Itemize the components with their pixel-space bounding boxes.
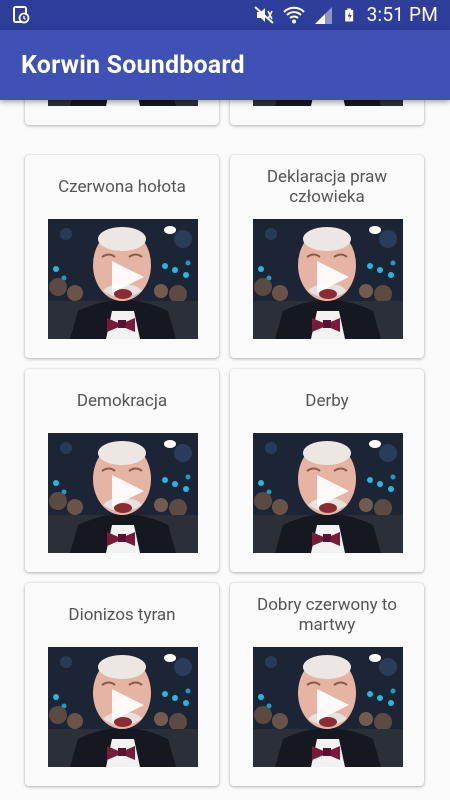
battery-charging-icon	[344, 8, 353, 22]
app-title: Korwin Soundboard	[21, 51, 245, 80]
sound-label: Dionizos tyran	[68, 605, 176, 625]
signal-icon	[314, 7, 332, 24]
play-thumbnail[interactable]	[253, 647, 403, 767]
portrait-play-icon	[253, 433, 403, 553]
sound-card[interactable]	[25, 100, 219, 125]
portrait-play-icon	[253, 647, 403, 767]
screenshot-icon	[13, 6, 30, 24]
mute-icon	[254, 6, 274, 24]
wifi-icon	[282, 6, 305, 24]
sound-label: Deklaracja praw człowieka	[266, 167, 388, 207]
portrait-play-icon	[253, 100, 403, 106]
app-bar: Korwin Soundboard	[0, 30, 450, 100]
sound-label: Dobry czerwony to martwy	[257, 595, 397, 635]
portrait-play-icon	[48, 219, 198, 339]
sound-card[interactable]	[230, 100, 424, 125]
sound-card[interactable]: Dobry czerwony to martwy	[230, 583, 424, 786]
play-thumbnail[interactable]	[253, 100, 403, 106]
status-bar: 3:51 PM	[0, 0, 450, 30]
sound-card[interactable]: Dionizos tyran	[25, 583, 219, 786]
sound-card[interactable]: Czerwona hołota	[25, 155, 219, 358]
sound-label: Czerwona hołota	[58, 177, 186, 197]
play-thumbnail[interactable]	[48, 100, 198, 106]
portrait-play-icon	[48, 433, 198, 553]
play-thumbnail[interactable]	[48, 433, 198, 553]
play-thumbnail[interactable]	[253, 219, 403, 339]
sound-card[interactable]: Derby	[230, 369, 424, 572]
play-thumbnail[interactable]	[48, 647, 198, 767]
sound-card[interactable]: Demokracja	[25, 369, 219, 572]
clock: 3:51 PM	[366, 3, 438, 26]
sound-label: Derby	[305, 391, 349, 411]
portrait-play-icon	[253, 219, 403, 339]
play-thumbnail[interactable]	[253, 433, 403, 553]
portrait-play-icon	[48, 647, 198, 767]
sound-label: Demokracja	[76, 391, 168, 411]
sound-grid: Czerwona hołota Deklaracja praw człowiek…	[0, 100, 450, 800]
play-thumbnail[interactable]	[48, 219, 198, 339]
sound-card[interactable]: Deklaracja praw człowieka	[230, 155, 424, 358]
portrait-play-icon	[48, 100, 198, 106]
